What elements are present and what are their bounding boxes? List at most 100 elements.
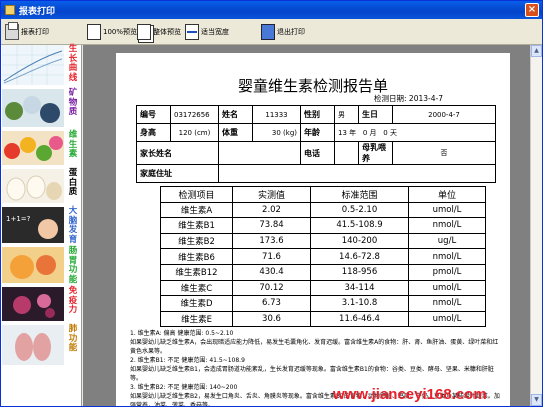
sidebar-label-brain-development: 大脑发育 — [68, 206, 78, 245]
cell-item: 维生素E — [160, 310, 233, 328]
name-value: 11333 — [252, 105, 301, 124]
sidebar: 生长曲线 矿物质 维生素 蛋白质 1+1=? 大脑发育 肠胃功能 免疫力 肺功能 — [1, 44, 82, 406]
id-value: 03172656 — [170, 105, 219, 124]
scroll-down-icon[interactable]: ▼ — [531, 394, 542, 406]
toolbar: 报表打印 100%预览 整体预览 适当宽度 退出打印 — [1, 19, 542, 45]
vitamins-image — [2, 131, 64, 165]
title-bar: 报表打印 × — [1, 1, 542, 19]
cell-value: 6.73 — [232, 295, 311, 312]
sidebar-label-growth-curve: 生长曲线 — [68, 44, 78, 83]
age-years-unit: 年 — [349, 128, 357, 137]
header-unit: 单位 — [408, 186, 486, 203]
table-row: 维生素B6 71.6 14.6-72.8 nmol/L — [160, 248, 486, 265]
lung-function-image — [2, 325, 64, 365]
cell-value: 173.6 — [232, 232, 311, 250]
parent-label: 家长姓名 — [136, 141, 219, 165]
cell-item: 维生素B2 — [160, 232, 233, 250]
sidebar-item-protein[interactable]: 蛋白质 — [1, 168, 82, 205]
minerals-image — [2, 89, 64, 127]
sidebar-item-growth-curve[interactable]: 生长曲线 — [1, 44, 82, 87]
watermark-url: www.jianceyi168.com — [333, 386, 487, 403]
birth-label: 生日 — [358, 105, 393, 124]
app-icon — [5, 5, 15, 15]
cell-unit: nmol/L — [408, 248, 486, 265]
address-value — [218, 164, 496, 183]
sidebar-label-gut-function: 肠胃功能 — [68, 246, 78, 285]
scroll-up-icon[interactable]: ▲ — [531, 45, 542, 57]
height-value: 120 (cm) — [170, 123, 219, 142]
sidebar-item-immunity[interactable]: 免疫力 — [1, 286, 82, 323]
sidebar-item-vitamins[interactable]: 维生素 — [1, 130, 82, 167]
age-months-unit: 月 — [369, 128, 377, 137]
preview-100-button[interactable]: 100%预览 — [87, 22, 137, 42]
date-label: 检测日期: — [374, 94, 407, 103]
breastfed-value: 否 — [392, 141, 496, 165]
preview-100-label: 100%预览 — [103, 28, 138, 36]
immunity-image — [2, 287, 64, 321]
table-row: 维生素C 70.12 34-114 umol/L — [160, 279, 486, 297]
whole-preview-button[interactable]: 整体预览 — [137, 22, 181, 42]
cell-unit: umol/L — [408, 201, 486, 219]
weight-value: 30 (kg) — [252, 123, 301, 142]
note-line: 2. 维生素B1: 不足 健康范围: 41.5~108.9 — [130, 357, 245, 364]
cell-range: 14.6-72.8 — [310, 248, 409, 265]
vertical-scrollbar[interactable]: ▲ ▼ — [530, 45, 542, 406]
table-row: 维生素B12 430.4 118-956 pmol/L — [160, 263, 486, 281]
report-title: 婴童维生素检测报告单 — [237, 77, 388, 95]
date-value: 2013-4-7 — [408, 94, 443, 103]
cell-item: 维生素B6 — [160, 248, 233, 265]
cell-value: 73.84 — [232, 217, 311, 234]
cell-value: 2.02 — [232, 201, 311, 219]
sidebar-label-immunity: 免疫力 — [68, 286, 78, 315]
header-range: 标准范围 — [310, 186, 409, 203]
printer-icon — [5, 22, 19, 40]
cell-unit: umol/L — [408, 310, 486, 328]
growth-chart-image — [2, 45, 64, 85]
sidebar-label-protein: 蛋白质 — [68, 168, 78, 197]
exit-print-button[interactable]: 退出打印 — [261, 22, 305, 42]
results-table: 检测项目 实测值 标准范围 单位 维生素A 2.02 0.5-2.10 umol/L … — [160, 186, 486, 328]
header-value: 实测值 — [232, 186, 311, 203]
cell-range: 3.1-10.8 — [310, 295, 409, 312]
window-title: 报表打印 — [19, 6, 56, 17]
sex-label: 性别 — [300, 105, 335, 124]
cell-value: 71.6 — [232, 248, 311, 265]
cell-item: 维生素A — [160, 201, 233, 219]
breastfed-label: 母乳喂养 — [358, 141, 393, 165]
cell-unit: pmol/L — [408, 263, 486, 281]
cell-value: 30.6 — [232, 310, 311, 328]
cell-range: 11.6-46.4 — [310, 310, 409, 328]
cell-unit: nmol/L — [408, 295, 486, 312]
cell-item: 维生素C — [160, 279, 233, 297]
cell-range: 118-956 — [310, 263, 409, 281]
cell-item: 维生素B1 — [160, 217, 233, 234]
sex-value: 男 — [334, 105, 359, 124]
age-months: 0 — [362, 128, 368, 137]
fit-width-label: 适当宽度 — [201, 28, 229, 36]
header-item: 检测项目 — [160, 186, 233, 203]
cell-range: 0.5-2.10 — [310, 201, 409, 219]
sidebar-item-minerals[interactable]: 矿物质 — [1, 88, 82, 129]
sidebar-item-brain-development[interactable]: 1+1=? 大脑发育 — [1, 206, 82, 245]
close-button[interactable]: × — [525, 3, 539, 17]
exit-print-label: 退出打印 — [277, 28, 305, 36]
cell-range: 34-114 — [310, 279, 409, 297]
print-report-button[interactable]: 报表打印 — [5, 22, 49, 42]
fit-width-icon — [185, 24, 199, 40]
note-line: 1. 维生素A: 偏高 健康范围: 0.5~2.10 — [130, 330, 234, 337]
sidebar-label-minerals: 矿物质 — [68, 88, 78, 117]
table-row: 维生素B1 73.84 41.5-108.9 nmol/L — [160, 217, 486, 234]
preview-area[interactable]: 婴童维生素检测报告单 检测日期: 2013-4-7 编号 03172656 姓名… — [83, 45, 530, 406]
weight-label: 体重 — [218, 123, 253, 142]
phone-value — [334, 141, 359, 165]
report-print-window: 报表打印 × 报表打印 100%预览 整体预览 适当宽度 退出打印 生长曲线 矿… — [0, 0, 543, 407]
sidebar-item-gut-function[interactable]: 肠胃功能 — [1, 246, 82, 285]
print-report-label: 报表打印 — [21, 28, 49, 36]
results-header-row: 检测项目 实测值 标准范围 单位 — [160, 186, 486, 203]
patient-info-table: 编号 03172656 姓名 11333 性别 男 生日 2000-4-7 身高… — [136, 105, 496, 183]
page-icon — [87, 24, 101, 40]
whole-preview-label: 整体预览 — [153, 28, 181, 36]
sidebar-item-lung-function[interactable]: 肺功能 — [1, 324, 82, 367]
cell-item: 维生素D — [160, 295, 233, 312]
fit-width-button[interactable]: 适当宽度 — [185, 22, 229, 42]
